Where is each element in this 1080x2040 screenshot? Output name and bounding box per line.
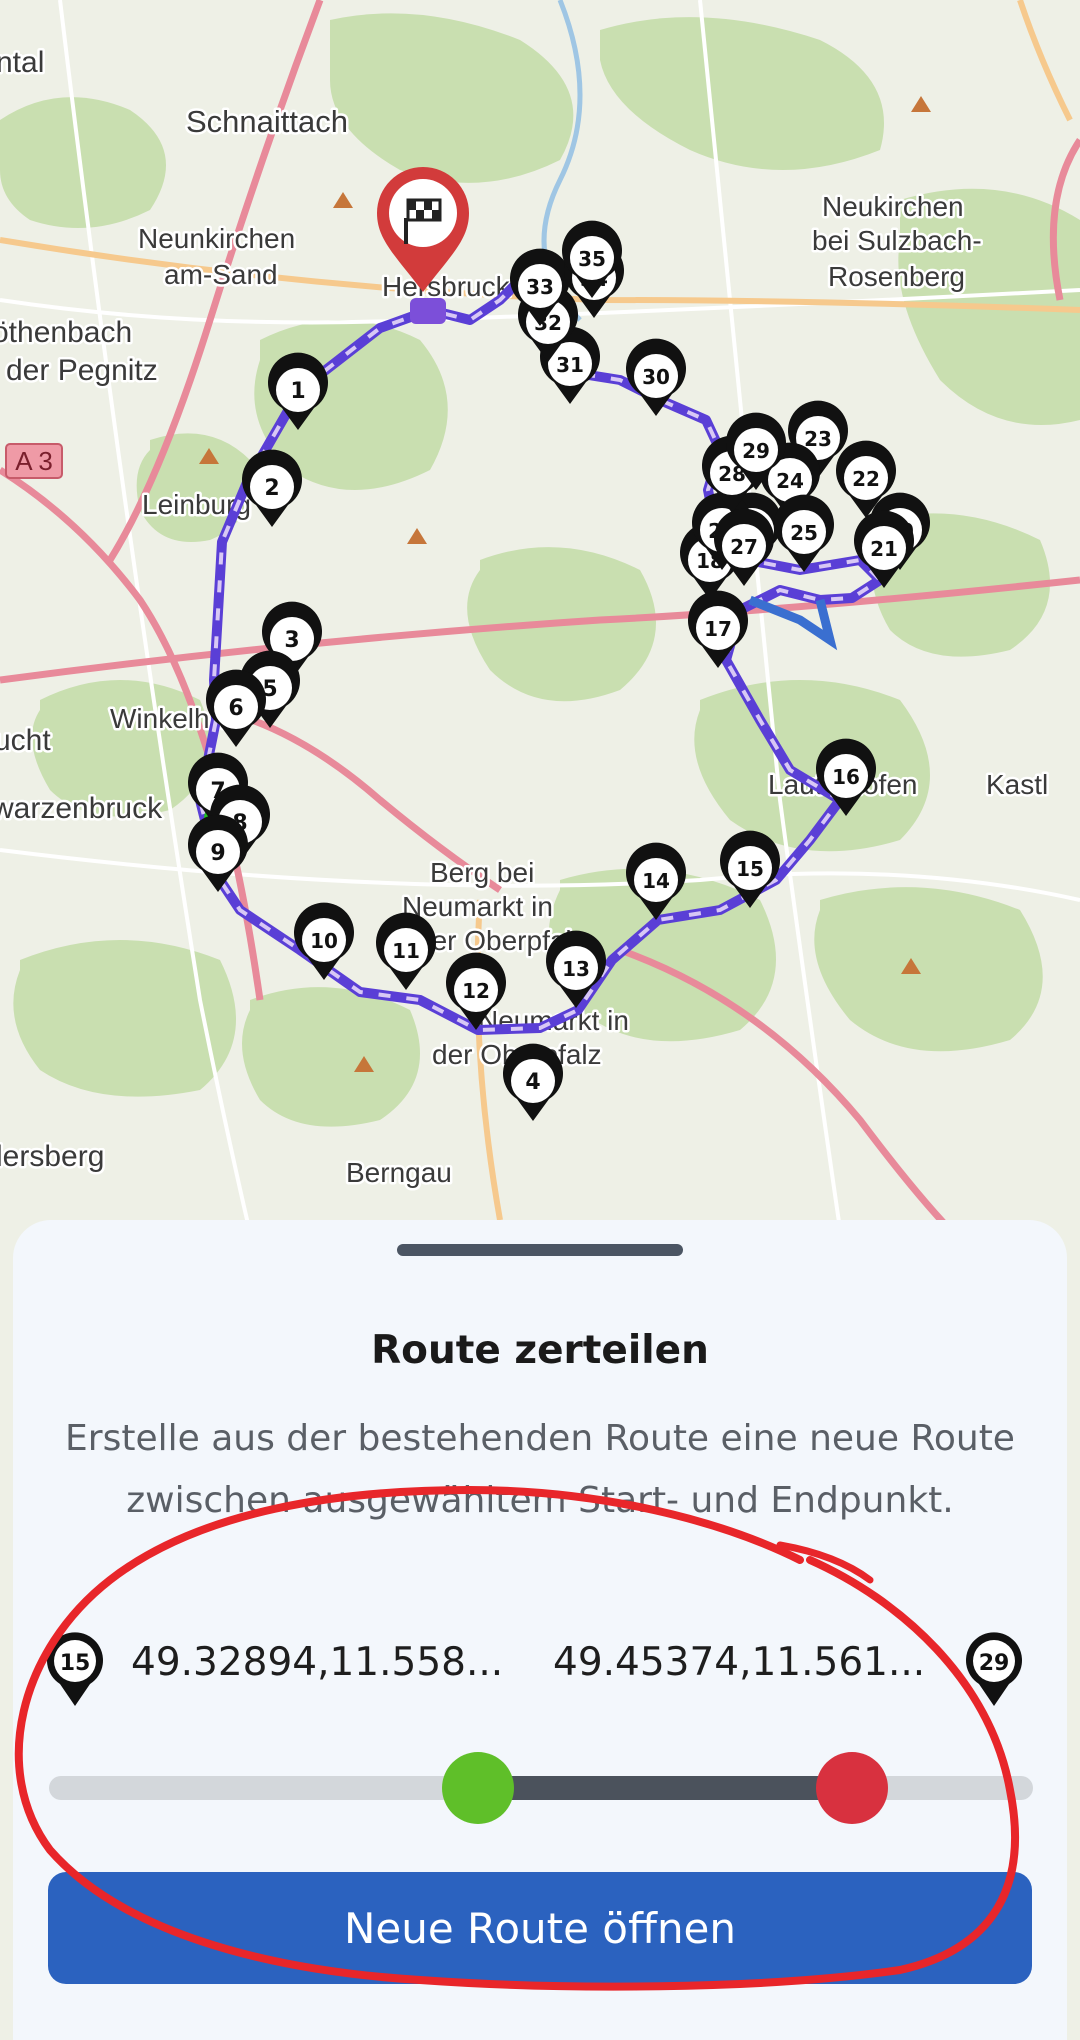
range-slider[interactable] [49,1752,1033,1824]
place-label: öthenbach [0,316,132,349]
open-new-route-button[interactable]: Neue Route öffnen [48,1872,1032,1984]
place-label: Hersbruck [382,271,511,302]
slider-selected-range [478,1776,852,1800]
waypoint-number: 35 [578,247,606,271]
place-label: Kastl [986,769,1048,800]
waypoint-number: 3 [284,628,299,653]
waypoint-number: 4 [525,1070,540,1095]
place-label: ucht [0,724,51,757]
place-label: Neunkirchen [138,223,295,254]
waypoint-number: 23 [804,427,832,451]
start-waypoint-icon: 15 [47,1632,103,1706]
waypoint-number: 10 [310,929,338,953]
waypoint-number: 30 [642,365,670,389]
waypoint-number: 2 [264,476,279,501]
waypoint-number: 9 [210,841,225,866]
place-label: Schnaittach [186,104,348,139]
place-label: Berngau [346,1157,452,1188]
waypoint-number: 13 [562,957,590,981]
waypoint-number: 12 [462,979,490,1003]
waypoint-number: 29 [742,439,770,463]
start-waypoint-number: 15 [60,1651,91,1676]
split-route-sheet: Route zerteilen Erstelle aus der bestehe… [13,1220,1067,2040]
waypoint-number: 1 [290,379,305,404]
start-coordinate: 49.32894,11.558... [131,1640,504,1685]
waypoint-number: 33 [526,275,554,299]
place-label: Rosenberg [828,261,965,292]
waypoint-number: 11 [392,939,420,963]
waypoint-number: 15 [736,857,764,881]
place-label: am-Sand [164,259,278,290]
waypoint-number: 25 [790,521,818,545]
place-label: warzenbruck [0,792,163,825]
place-label: Neukirchen [822,191,964,222]
sheet-title: Route zerteilen [371,1328,709,1373]
end-waypoint-number: 29 [979,1651,1010,1676]
drag-handle[interactable] [397,1244,683,1256]
slider-start-thumb[interactable] [442,1752,515,1824]
end-coordinate: 49.45374,11.561... [553,1640,926,1685]
waypoint-number: 27 [730,535,758,559]
waypoint-number: 21 [870,537,898,561]
waypoint-number: 22 [852,467,880,491]
road-badge-label: A 3 [15,446,53,476]
waypoint-number: 6 [228,696,243,721]
waypoint-number: 24 [776,469,804,493]
waypoint-number: 17 [704,617,732,641]
end-waypoint-icon: 29 [966,1632,1022,1706]
place-label: der Pegnitz [6,354,158,387]
place-label: bei Sulzbach- [812,225,982,256]
waypoint-number: 31 [556,353,584,377]
place-label: Berg bei [430,857,534,888]
waypoint-number: 16 [832,765,860,789]
waypoint-number: 14 [642,869,670,893]
slider-end-thumb[interactable] [815,1752,888,1824]
place-label: Neumarkt in [402,891,553,922]
sheet-description: Erstelle aus der bestehenden Route eine … [65,1418,1015,1521]
place-label: ntal [0,46,44,79]
place-label: lersberg [0,1140,104,1173]
